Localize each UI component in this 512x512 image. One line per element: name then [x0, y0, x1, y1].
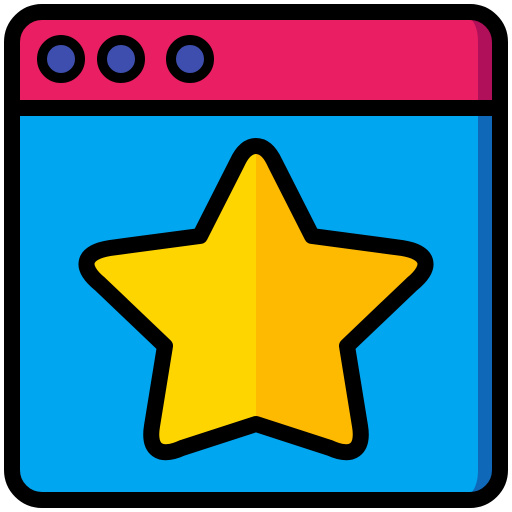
browser-window-star-icon [0, 0, 512, 512]
icon-canvas [4, 4, 508, 508]
window-dot-2 [97, 35, 145, 83]
window-dot-1 [37, 35, 85, 83]
window-dot-3 [166, 35, 214, 83]
window-title-bar [12, 12, 500, 108]
